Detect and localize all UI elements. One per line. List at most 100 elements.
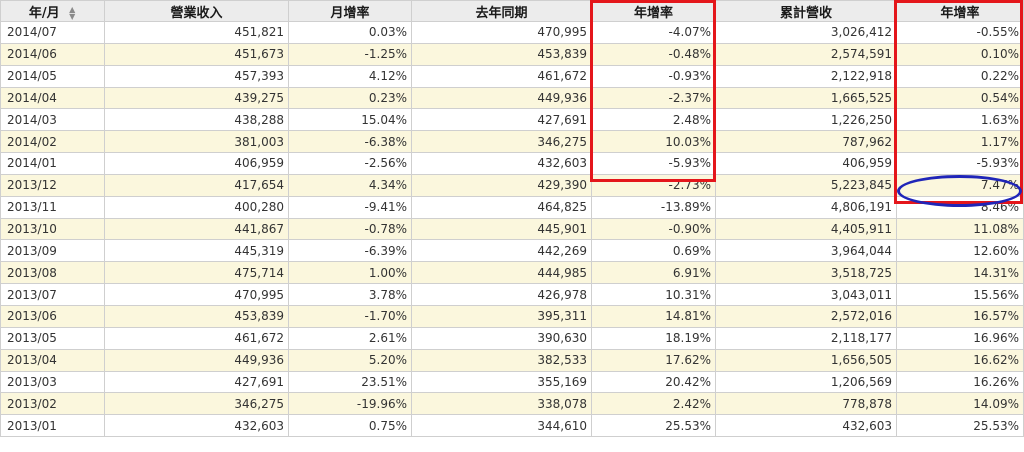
- cell-yoy: -0.48%: [591, 42, 716, 66]
- column-header-yoy[interactable]: 年增率: [591, 0, 716, 22]
- sort-arrows-icon[interactable]: ▲ ▼: [68, 6, 76, 21]
- cell-cumulative: 787,962: [715, 130, 897, 154]
- cell-cumulative: 2,122,918: [715, 64, 897, 88]
- cell-last-year: 429,390: [411, 173, 592, 197]
- cell-month: 2014/02: [0, 130, 105, 154]
- cell-month: 2013/05: [0, 326, 105, 350]
- cell-month: 2013/08: [0, 261, 105, 285]
- cell-cum-yoy: 16.26%: [896, 370, 1024, 394]
- table-row: 2013/10 441,867 -0.78% 445,901 -0.90% 4,405,9…: [0, 217, 1024, 241]
- cell-month: 2014/03: [0, 108, 105, 132]
- column-header-mom[interactable]: 月增率: [288, 0, 412, 22]
- cell-month: 2013/12: [0, 173, 105, 197]
- table-row: 2013/08 475,714 1.00% 444,985 6.91% 3,518,725…: [0, 261, 1024, 285]
- cell-month: 2013/01: [0, 414, 105, 438]
- cell-revenue: 449,936: [104, 348, 289, 372]
- table-row: 2014/07 451,821 0.03% 470,995 -4.07% 3,026,41…: [0, 21, 1024, 44]
- header-row: 年/月 ▲ ▼ 營業收入 月增率 去年同期 年增率 累計營收 年增率: [0, 0, 1024, 22]
- cell-cum-yoy: 8.46%: [896, 195, 1024, 219]
- cell-revenue: 475,714: [104, 261, 289, 285]
- table-row: 2014/03 438,288 15.04% 427,691 2.48% 1,226,25…: [0, 108, 1024, 132]
- cell-mom: 5.20%: [288, 348, 412, 372]
- cell-yoy: -2.73%: [591, 173, 716, 197]
- cell-last-year: 453,839: [411, 42, 592, 66]
- cell-yoy: 25.53%: [591, 414, 716, 438]
- cell-cum-yoy: 0.54%: [896, 86, 1024, 110]
- cell-last-year: 344,610: [411, 414, 592, 438]
- cell-cumulative: 2,574,591: [715, 42, 897, 66]
- cell-last-year: 444,985: [411, 261, 592, 285]
- cell-mom: 2.61%: [288, 326, 412, 350]
- cell-mom: -0.78%: [288, 217, 412, 241]
- cell-revenue: 417,654: [104, 173, 289, 197]
- cell-yoy: -5.93%: [591, 152, 716, 175]
- cell-month: 2013/03: [0, 370, 105, 394]
- cell-cum-yoy: 16.62%: [896, 348, 1024, 372]
- table-body: 2014/07 451,821 0.03% 470,995 -4.07% 3,026,41…: [0, 21, 1024, 438]
- cell-cum-yoy: 25.53%: [896, 414, 1024, 438]
- cell-cumulative: 1,226,250: [715, 108, 897, 132]
- cell-yoy: 2.48%: [591, 108, 716, 132]
- column-header-last-year[interactable]: 去年同期: [411, 0, 592, 22]
- cell-yoy: -4.07%: [591, 21, 716, 44]
- cell-cumulative: 432,603: [715, 414, 897, 438]
- cell-cumulative: 4,806,191: [715, 195, 897, 219]
- cell-last-year: 395,311: [411, 304, 592, 328]
- cell-yoy: 14.81%: [591, 304, 716, 328]
- cell-last-year: 470,995: [411, 21, 592, 44]
- cell-cum-yoy: 14.09%: [896, 392, 1024, 416]
- cell-revenue: 432,603: [104, 414, 289, 438]
- cell-cumulative: 3,026,412: [715, 21, 897, 44]
- cell-mom: -2.56%: [288, 152, 412, 175]
- column-header-cumulative[interactable]: 累計營收: [715, 0, 897, 22]
- column-header-month[interactable]: 年/月 ▲ ▼: [0, 0, 105, 22]
- cell-cumulative: 406,959: [715, 152, 897, 175]
- table-row: 2013/05 461,672 2.61% 390,630 18.19% 2,118,17…: [0, 326, 1024, 350]
- cell-revenue: 438,288: [104, 108, 289, 132]
- cell-last-year: 426,978: [411, 283, 592, 306]
- cell-cumulative: 3,518,725: [715, 261, 897, 285]
- cell-cumulative: 1,206,569: [715, 370, 897, 394]
- cell-last-year: 442,269: [411, 239, 592, 263]
- cell-month: 2013/04: [0, 348, 105, 372]
- cell-month: 2014/07: [0, 21, 105, 44]
- cell-cum-yoy: 0.22%: [896, 64, 1024, 88]
- cell-last-year: 464,825: [411, 195, 592, 219]
- cell-revenue: 445,319: [104, 239, 289, 263]
- table-row: 2013/09 445,319 -6.39% 442,269 0.69% 3,964,04…: [0, 239, 1024, 263]
- table-row: 2014/06 451,673 -1.25% 453,839 -0.48% 2,574,5…: [0, 42, 1024, 66]
- cell-month: 2013/07: [0, 283, 105, 306]
- cell-month: 2014/04: [0, 86, 105, 110]
- cell-month: 2013/09: [0, 239, 105, 263]
- cell-cum-yoy: 16.96%: [896, 326, 1024, 350]
- cell-cum-yoy: 14.31%: [896, 261, 1024, 285]
- cell-cum-yoy: -5.93%: [896, 152, 1024, 175]
- cell-last-year: 338,078: [411, 392, 592, 416]
- cell-cumulative: 1,665,525: [715, 86, 897, 110]
- cell-cumulative: 3,043,011: [715, 283, 897, 306]
- cell-revenue: 406,959: [104, 152, 289, 175]
- table-row: 2013/01 432,603 0.75% 344,610 25.53% 432,603 2…: [0, 414, 1024, 438]
- table-row: 2013/11 400,280 -9.41% 464,825 -13.89% 4,806,…: [0, 195, 1024, 219]
- cell-revenue: 441,867: [104, 217, 289, 241]
- column-header-revenue[interactable]: 營業收入: [104, 0, 289, 22]
- cell-revenue: 451,821: [104, 21, 289, 44]
- cell-mom: -1.25%: [288, 42, 412, 66]
- cell-cum-yoy: 11.08%: [896, 217, 1024, 241]
- cell-revenue: 346,275: [104, 392, 289, 416]
- cell-mom: -1.70%: [288, 304, 412, 328]
- cell-mom: -6.38%: [288, 130, 412, 154]
- cell-revenue: 381,003: [104, 130, 289, 154]
- cell-cumulative: 2,118,177: [715, 326, 897, 350]
- cell-last-year: 382,533: [411, 348, 592, 372]
- column-header-cumulative-yoy[interactable]: 年增率: [896, 0, 1024, 22]
- cell-cum-yoy: 12.60%: [896, 239, 1024, 263]
- cell-cumulative: 5,223,845: [715, 173, 897, 197]
- cell-last-year: 461,672: [411, 64, 592, 88]
- cell-mom: -19.96%: [288, 392, 412, 416]
- cell-last-year: 432,603: [411, 152, 592, 175]
- table-row: 2013/06 453,839 -1.70% 395,311 14.81% 2,572,0…: [0, 304, 1024, 328]
- cell-cum-yoy: 15.56%: [896, 283, 1024, 306]
- cell-mom: 4.34%: [288, 173, 412, 197]
- cell-cumulative: 1,656,505: [715, 348, 897, 372]
